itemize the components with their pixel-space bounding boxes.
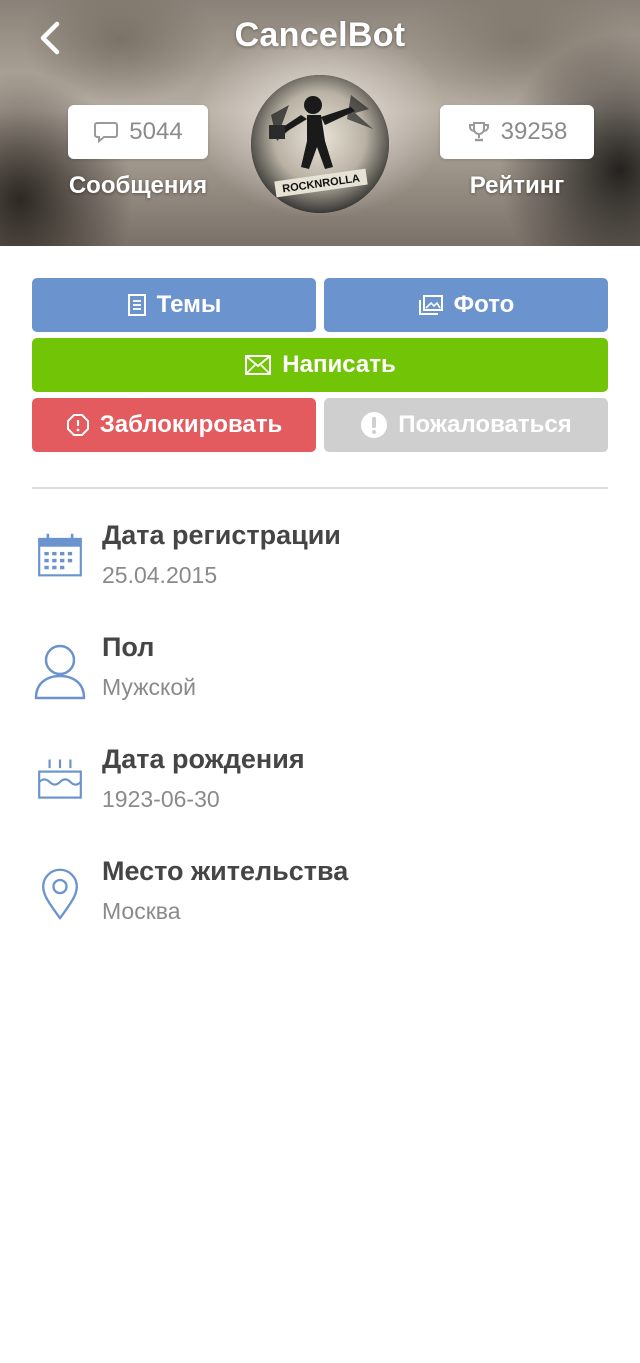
write-message-button[interactable]: Написать <box>32 338 608 392</box>
info-label: Дата регистрации <box>102 520 341 550</box>
user-icon <box>34 644 86 700</box>
profile-page: CancelBot 5044 Сообщения 39258 Рейтинг R… <box>0 0 640 1363</box>
info-value: Мужской <box>102 674 197 700</box>
topics-button[interactable]: Темы <box>32 278 316 332</box>
avatar-image: ROCKNROLLA <box>251 75 389 213</box>
info-location: Место жительства Москва <box>32 856 608 946</box>
document-icon <box>127 294 146 316</box>
rating-label: Рейтинг <box>469 172 565 199</box>
divider <box>32 487 608 489</box>
topics-button-label: Темы <box>156 291 222 318</box>
alert-circle-icon <box>361 412 388 438</box>
info-label: Место жительства <box>102 856 349 886</box>
info-value: Москва <box>102 898 181 924</box>
block-user-button[interactable]: Заблокировать <box>32 398 316 452</box>
rating-value: 39258 <box>500 118 568 145</box>
trophy-icon <box>468 122 489 142</box>
rating-box[interactable]: 39258 <box>440 105 594 159</box>
report-button[interactable]: Пожаловаться <box>324 398 608 452</box>
cake-icon <box>38 759 82 799</box>
profile-header: CancelBot 5044 Сообщения 39258 Рейтинг R… <box>0 0 640 246</box>
info-gender: Пол Мужской <box>32 632 608 722</box>
info-label: Пол <box>102 632 155 662</box>
gallery-icon <box>418 295 443 315</box>
calendar-icon <box>38 533 82 577</box>
chat-bubble-icon <box>94 122 119 144</box>
info-label: Дата рождения <box>102 744 305 774</box>
block-user-label: Заблокировать <box>99 411 283 438</box>
messages-count: 5044 <box>129 118 183 145</box>
photo-button-label: Фото <box>453 291 515 318</box>
info-value: 25.04.2015 <box>102 562 218 588</box>
page-title: CancelBot <box>234 16 406 54</box>
report-button-label: Пожаловаться <box>398 411 572 438</box>
messages-count-box[interactable]: 5044 <box>68 105 208 159</box>
messages-label: Сообщения <box>68 172 208 199</box>
location-pin-icon <box>42 868 78 920</box>
photo-button[interactable]: Фото <box>324 278 608 332</box>
info-birth-date: Дата рождения 1923-06-30 <box>32 744 608 834</box>
envelope-icon <box>245 355 272 375</box>
stop-octagon-icon <box>66 414 89 436</box>
write-message-label: Написать <box>282 351 396 378</box>
avatar[interactable]: ROCKNROLLA <box>251 75 389 213</box>
info-value: 1923-06-30 <box>102 786 220 812</box>
info-registration-date: Дата регистрации 25.04.2015 <box>32 520 608 610</box>
